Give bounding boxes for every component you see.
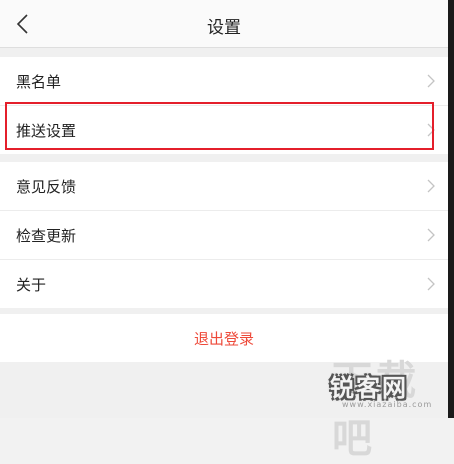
settings-item-label: 黑名单 [16, 73, 62, 91]
chevron-right-icon [427, 277, 435, 291]
settings-item-label: 关于 [16, 276, 47, 294]
chevron-right-icon [427, 123, 435, 137]
logout-label: 退出登录 [193, 330, 254, 348]
watermark: 下载吧 锐客网 www.xiazaiba.com [318, 348, 446, 462]
settings-group-2: 意见反馈 检查更新 关于 [0, 162, 448, 308]
chevron-right-icon [427, 179, 435, 193]
watermark-url-text: www.xiazaiba.com [342, 400, 433, 409]
settings-item-label: 意见反馈 [16, 178, 77, 196]
chevron-right-icon [427, 228, 435, 242]
settings-item-blacklist[interactable]: 黑名单 [0, 57, 448, 106]
settings-item-about[interactable]: 关于 [0, 260, 448, 308]
page-title: 设置 [207, 18, 241, 38]
nav-bar: 设置 [0, 0, 448, 48]
right-edge-strip [448, 0, 454, 418]
settings-item-label: 推送设置 [16, 122, 77, 140]
settings-group-1: 黑名单 推送设置 [0, 57, 448, 154]
settings-item-feedback[interactable]: 意见反馈 [0, 162, 448, 211]
settings-screen: 设置 黑名单 推送设置 意见反馈 检查更新 关于 退出登录 下载吧 锐客网 ww… [0, 0, 448, 462]
settings-item-check-update[interactable]: 检查更新 [0, 211, 448, 260]
watermark-main-text: 锐客网 [330, 374, 408, 402]
settings-item-push-settings[interactable]: 推送设置 [0, 106, 448, 154]
settings-item-label: 检查更新 [16, 227, 77, 245]
chevron-right-icon [427, 74, 435, 88]
